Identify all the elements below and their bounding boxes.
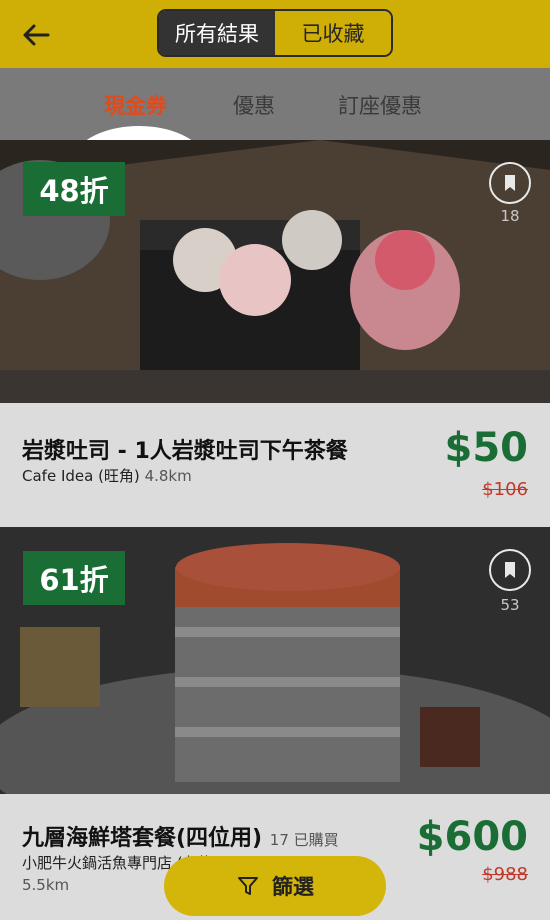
discount-badge: 61折 (23, 551, 125, 605)
discount-badge: 48折 (23, 162, 125, 216)
deal-title: 岩漿吐司 - 1人岩漿吐司下午茶餐 (22, 439, 348, 464)
bookmark-button[interactable] (489, 549, 531, 591)
tab-cash-coupon[interactable]: 現金券 (104, 90, 167, 120)
bookmark-icon (505, 562, 515, 578)
bookmark-button[interactable] (489, 162, 531, 204)
deal-price: $50 (444, 425, 529, 471)
category-tabs: 現金券 優惠 訂座優惠 (0, 68, 550, 206)
deal-original-price: $106 (482, 479, 528, 500)
deal-title: 九層海鮮塔套餐(四位用) (22, 826, 263, 851)
filter-label: 篩選 (272, 875, 314, 899)
segment-saved[interactable]: 已收藏 (275, 11, 391, 55)
bookmark-count: 18 (500, 207, 520, 225)
deal-2-image[interactable]: 61折 53 (0, 527, 550, 794)
top-app-bar: 所有結果 已收藏 (0, 0, 550, 68)
shop-distance: 5.5km (22, 876, 70, 894)
deal-title-line: 九層海鮮塔套餐(四位用) 17 已購買 (22, 820, 339, 852)
segment-all-results[interactable]: 所有結果 (159, 11, 275, 55)
shop-name: Cafe Idea (旺角) (22, 467, 140, 485)
result-segmented-control: 所有結果 已收藏 (157, 9, 393, 57)
filter-funnel-icon (238, 877, 258, 895)
bookmark-icon (505, 175, 515, 191)
back-arrow-icon[interactable] (18, 17, 54, 53)
sold-count: 17 已購買 (269, 831, 339, 849)
deal-shop-line: Cafe Idea (旺角) 4.8km (22, 465, 192, 486)
deal-price: $600 (416, 814, 528, 860)
deal-1-info[interactable]: 岩漿吐司 - 1人岩漿吐司下午茶餐 Cafe Idea (旺角) 4.8km $… (0, 403, 550, 527)
bookmark-count: 53 (500, 596, 520, 614)
deal-original-price: $988 (482, 864, 528, 885)
filter-button[interactable]: 篩選 (164, 856, 386, 916)
tab-booking-offers[interactable]: 訂座優惠 (338, 90, 422, 120)
shop-distance: 4.8km (144, 467, 192, 485)
deal-1-image[interactable]: 48折 18 (0, 140, 550, 403)
tab-offers[interactable]: 優惠 (233, 90, 275, 120)
